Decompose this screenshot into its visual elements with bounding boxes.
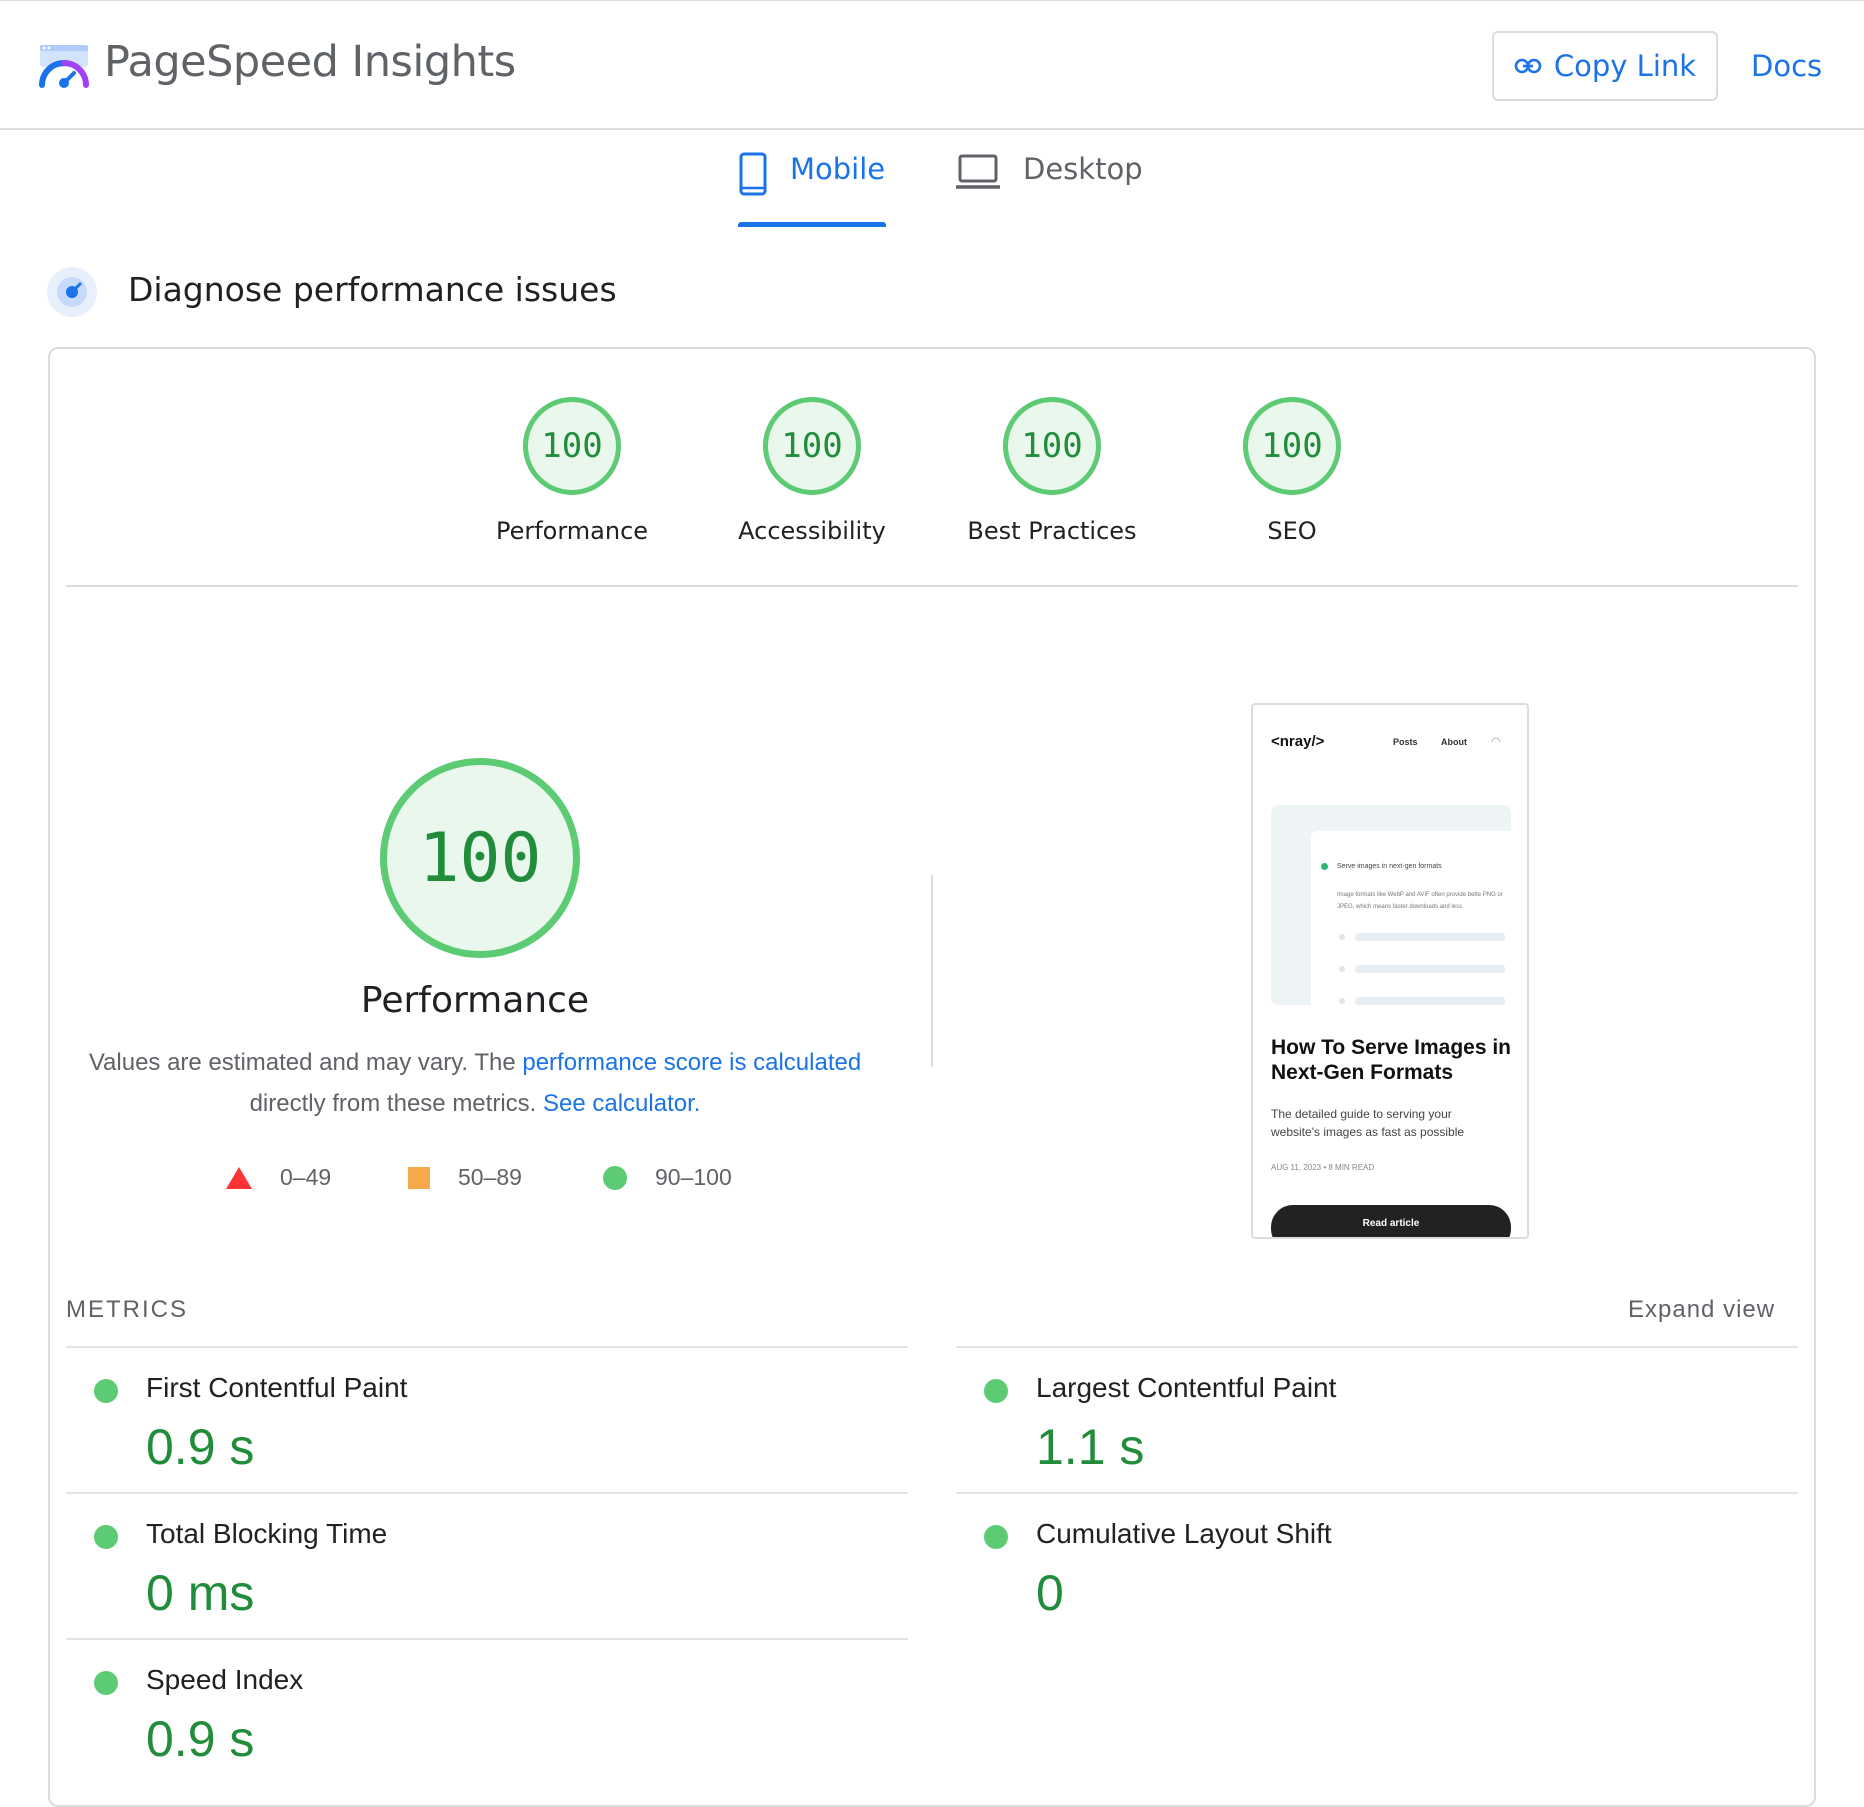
pass-dot-icon <box>94 1379 118 1403</box>
article-meta: AUG 11, 2023 • 8 MIN READ <box>1271 1163 1375 1172</box>
metrics-title: METRICS <box>66 1296 188 1323</box>
metric-speed-index: Speed Index 0.9 s <box>66 1638 908 1784</box>
placeholder-dot <box>1339 934 1345 940</box>
legend-average: 50–89 <box>408 1164 522 1191</box>
read-article-button: Read article <box>1271 1205 1511 1237</box>
metric-largest-contentful-paint: Largest Contentful Paint 1.1 s <box>956 1346 1798 1492</box>
pass-dot-icon <box>984 1379 1008 1403</box>
site-logo: <nray/> <box>1271 733 1325 750</box>
legend-pass: 90–100 <box>603 1164 732 1191</box>
pass-dot-icon <box>94 1525 118 1549</box>
note-text: directly from these metrics. <box>249 1090 543 1117</box>
category-label: Performance <box>495 517 649 545</box>
performance-note: Values are estimated and may vary. The p… <box>70 1042 880 1124</box>
tab-mobile[interactable]: Mobile <box>738 152 885 232</box>
metric-name: Total Blocking Time <box>146 1518 388 1549</box>
site-nav-about: About <box>1441 737 1467 747</box>
legend-fail: 0–49 <box>226 1164 331 1191</box>
site-nav-posts: Posts <box>1393 737 1418 747</box>
article-title: How To Serve Images in Next-Gen Formats <box>1271 1036 1512 1084</box>
performance-score-gauge: 100 <box>380 758 580 958</box>
vertical-divider <box>931 875 933 1067</box>
metric-total-blocking-time: Total Blocking Time 0 ms <box>66 1492 908 1638</box>
category-scores: 100 Performance 100 Accessibility 100 Be… <box>0 397 1864 557</box>
legend-range: 90–100 <box>655 1164 732 1190</box>
metric-value: 0.9 s <box>146 1419 255 1475</box>
metric-name: First Contentful Paint <box>146 1372 408 1403</box>
pass-circle-icon <box>603 1165 627 1190</box>
section-title: Diagnose performance issues <box>128 270 617 309</box>
mobile-phone-icon <box>739 152 767 196</box>
tab-desktop-label: Desktop <box>1023 152 1143 186</box>
metric-name: Speed Index <box>146 1664 304 1695</box>
category-gauge-seo[interactable]: 100 SEO <box>1172 397 1412 545</box>
category-label: Accessibility <box>738 517 886 545</box>
article-description: The detailed guide to serving your websi… <box>1271 1107 1465 1139</box>
active-tab-indicator <box>738 222 886 227</box>
diagnose-gauge-icon <box>47 267 97 317</box>
copy-link-button[interactable]: Copy Link <box>1492 31 1718 101</box>
final-screenshot[interactable]: <nray/> Posts About ◠ Serve images in ne… <box>1251 703 1529 1239</box>
metric-name: Largest Contentful Paint <box>1036 1372 1337 1403</box>
category-label: Best Practices <box>967 517 1137 545</box>
link-icon <box>1514 58 1542 74</box>
metric-value: 0 ms <box>146 1565 255 1621</box>
category-gauge-best-practices[interactable]: 100 Best Practices <box>932 397 1172 545</box>
hero-panel <box>1311 831 1511 1005</box>
metric-value: 0 <box>1036 1565 1064 1621</box>
divider <box>66 585 1798 587</box>
laptop-icon <box>956 154 1000 189</box>
score-circle: 100 <box>523 397 621 495</box>
metric-name: Cumulative Layout Shift <box>1036 1518 1332 1549</box>
docs-link[interactable]: Docs <box>1751 49 1822 83</box>
score-circle: 100 <box>1003 397 1101 495</box>
metric-cumulative-layout-shift: Cumulative Layout Shift 0 <box>956 1492 1798 1638</box>
metric-value: 0.9 s <box>146 1711 255 1767</box>
score-circle: 100 <box>763 397 861 495</box>
category-gauge-accessibility[interactable]: 100 Accessibility <box>692 397 932 545</box>
hero-audit-text: Image formats like WebP and AVIF often p… <box>1337 892 1503 910</box>
average-square-icon <box>408 1166 430 1189</box>
score-calculated-link[interactable]: performance score is calculated <box>522 1049 861 1076</box>
category-label: SEO <box>1267 517 1317 545</box>
see-calculator-link[interactable]: See calculator. <box>543 1090 700 1117</box>
rss-icon: ◠ <box>1491 736 1501 748</box>
score-circle: 100 <box>1243 397 1341 495</box>
metric-value: 1.1 s <box>1036 1419 1145 1475</box>
app-title[interactable]: PageSpeed Insights <box>104 37 516 87</box>
placeholder-bar <box>1355 965 1505 973</box>
tab-mobile-label: Mobile <box>790 152 886 186</box>
expand-view-button[interactable]: Expand view <box>1628 1296 1775 1324</box>
copy-link-label: Copy Link <box>1553 49 1697 83</box>
legend-range: 50–89 <box>458 1164 522 1190</box>
category-gauge-performance[interactable]: 100 Performance <box>452 397 692 545</box>
placeholder-dot <box>1339 966 1345 972</box>
hero-audit-heading: Serve images in next-gen formats <box>1337 863 1442 870</box>
performance-label: Performance <box>360 980 590 1021</box>
pass-dot-icon <box>94 1671 118 1695</box>
pass-dot-icon <box>1321 863 1328 870</box>
pass-dot-icon <box>984 1525 1008 1549</box>
legend-range: 0–49 <box>280 1164 332 1190</box>
top-bar: PageSpeed Insights Copy Link Docs <box>0 0 1864 130</box>
note-text: Values are estimated and may vary. The <box>88 1049 523 1076</box>
fail-triangle-icon <box>226 1166 252 1189</box>
tab-desktop[interactable]: Desktop <box>955 152 1143 232</box>
pagespeed-logo-icon[interactable] <box>38 39 90 91</box>
placeholder-dot <box>1339 998 1345 1004</box>
placeholder-bar <box>1355 933 1505 941</box>
placeholder-bar <box>1355 997 1505 1005</box>
metric-first-contentful-paint: First Contentful Paint 0.9 s <box>66 1346 908 1492</box>
